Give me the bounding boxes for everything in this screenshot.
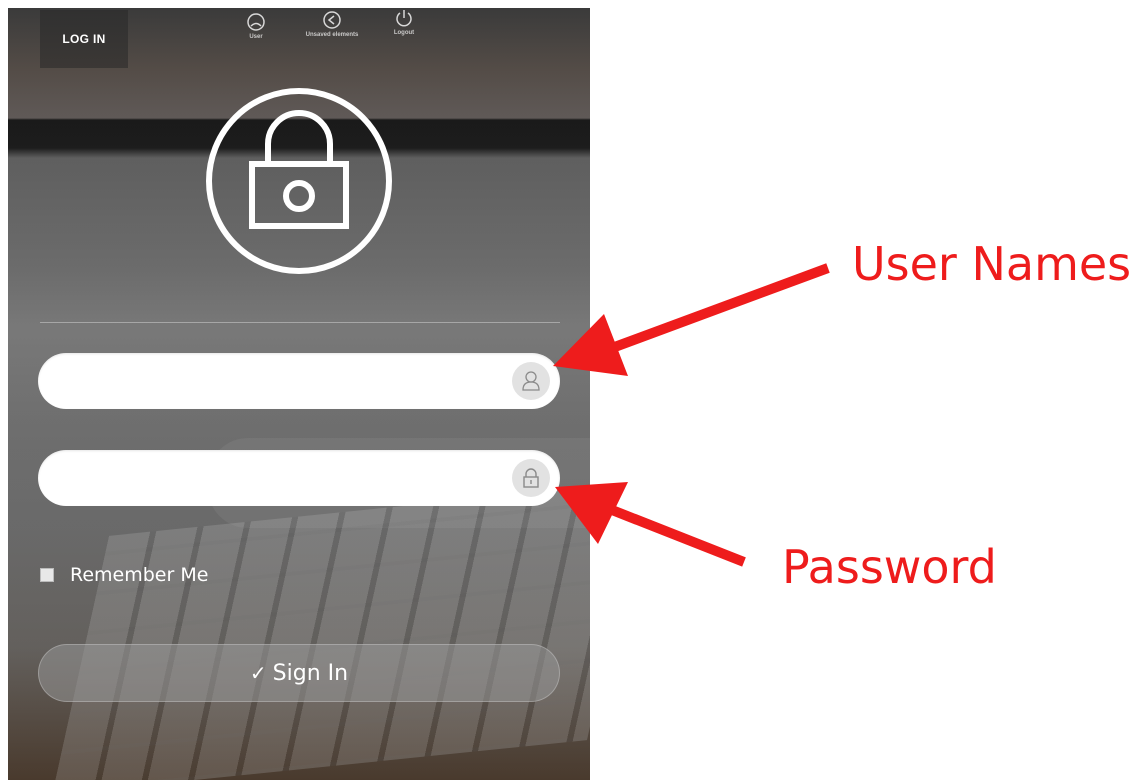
check-icon: ✓ bbox=[249, 661, 267, 685]
password-field[interactable] bbox=[38, 450, 560, 506]
username-icon-button bbox=[512, 362, 550, 400]
user-icon bbox=[247, 13, 265, 31]
password-icon-button bbox=[512, 459, 550, 497]
lock-badge-icon bbox=[206, 88, 392, 274]
back-icon bbox=[323, 11, 341, 29]
nav-unsaved[interactable]: Unsaved elements bbox=[292, 10, 372, 38]
remember-label: Remember Me bbox=[70, 564, 209, 586]
nav-unsaved-label: Unsaved elements bbox=[305, 32, 359, 38]
nav-user-label: User bbox=[249, 34, 263, 40]
power-icon bbox=[396, 10, 412, 27]
user-icon bbox=[522, 371, 540, 391]
password-input[interactable] bbox=[60, 460, 494, 498]
sign-in-button[interactable]: ✓ Sign In bbox=[38, 644, 560, 702]
username-field[interactable] bbox=[38, 353, 560, 409]
tab-login[interactable]: LOG IN bbox=[40, 10, 128, 68]
padlock-icon bbox=[523, 468, 539, 488]
sign-in-label: Sign In bbox=[272, 660, 349, 686]
keyboard-background bbox=[52, 481, 590, 780]
nav-logout[interactable]: Logout bbox=[364, 8, 444, 36]
annotation-password: Password bbox=[782, 540, 997, 594]
username-input[interactable] bbox=[60, 363, 494, 401]
remember-me[interactable]: Remember Me bbox=[40, 564, 208, 586]
arrow-to-username bbox=[553, 263, 830, 376]
remember-checkbox[interactable] bbox=[40, 568, 54, 582]
nav-user[interactable]: User bbox=[216, 12, 296, 40]
login-panel: LOG IN User Unsaved elements Logout Reme… bbox=[8, 8, 590, 780]
top-navigation: LOG IN User Unsaved elements Logout bbox=[8, 8, 590, 68]
divider bbox=[40, 322, 560, 323]
annotation-username: User Names bbox=[852, 237, 1132, 291]
nav-logout-label: Logout bbox=[393, 30, 415, 36]
